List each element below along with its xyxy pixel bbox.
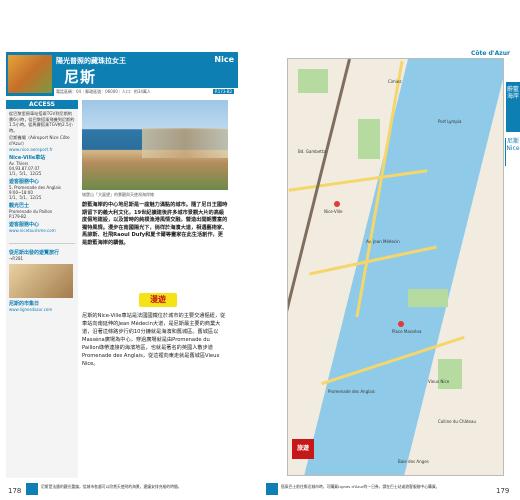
map-label: Av. Jean Médecin bbox=[366, 239, 400, 244]
map-label: Baie des Anges bbox=[398, 459, 429, 464]
city-title-en: Nice bbox=[214, 55, 234, 64]
tip2-title: 尼斯的市集日 bbox=[9, 300, 40, 307]
footnote-icon bbox=[266, 483, 278, 495]
tourism-url[interactable]: www.nicetourisme.com bbox=[9, 228, 75, 233]
city-header: 陽光普照的藏珠拉女王 尼斯 Nice 電話區碼：04｜郵政區號：06000｜人口… bbox=[6, 52, 238, 96]
map-label: Port Lympia bbox=[438, 119, 462, 124]
map-label: Nice-Ville bbox=[324, 209, 343, 214]
place-pin bbox=[398, 321, 404, 327]
coast-photo bbox=[82, 100, 228, 190]
map-park bbox=[298, 69, 328, 93]
block-title-office-2: 遊客服務中心 bbox=[9, 221, 40, 228]
right-page-number: 179 bbox=[496, 487, 510, 495]
tip-ref: →P.281 bbox=[9, 255, 24, 261]
footnote-icon bbox=[26, 483, 38, 495]
book-spread: 陽光普照的藏珠拉女王 尼斯 Nice 電話區碼：04｜郵政區號：06000｜人口… bbox=[0, 0, 520, 500]
block-line: 1/1、5/1、12/25 bbox=[9, 170, 42, 176]
photo-caption: 城堡山「大展望」的景觀與天使灣海岸線 bbox=[82, 192, 154, 197]
bus-url[interactable]: www.lignesdazur.com bbox=[9, 307, 75, 312]
map-label: Place Masséna bbox=[392, 329, 422, 334]
map-label: Colline du Château bbox=[438, 419, 476, 424]
region-label: Côte d'Azur bbox=[470, 50, 510, 57]
tip-title: 從尼斯出發的遊覽旅行 bbox=[9, 249, 60, 256]
body-text: 尼斯的Nice-Ville車站是法國國鐵位於城市的主要交通樞紐，從車站向南延伸的… bbox=[82, 313, 226, 367]
access-text-2: 尼斯機場（Aéroport Nice Côte d'Azur） bbox=[9, 135, 70, 146]
header-photo bbox=[8, 55, 52, 93]
map-label: Bd. Gambetta bbox=[298, 149, 326, 154]
map-reference: P.173-B2 bbox=[212, 89, 234, 94]
airport-url[interactable]: www.nice.aeroport.fr bbox=[9, 147, 75, 152]
left-page: 陽光普照的藏珠拉女王 尼斯 Nice 電話區碼：04｜郵政區號：06000｜人口… bbox=[0, 0, 260, 500]
right-footnote: 搭乘巴士前往鄰近城市時，可購買Lignes d'Azur的一日券，請在巴士站或遊… bbox=[281, 484, 440, 489]
market-photo bbox=[9, 263, 73, 298]
access-sidebar: ACCESS 從巴黎里昂車站搭乘TGV到尼斯約需6小時，從巴黎搭乘飛機到尼斯約1… bbox=[6, 100, 78, 478]
left-footer: 178 尼斯是法國的觀光重鎮，從城市各處可以欣賞天使灣的海景，建議安排充裕的時間… bbox=[0, 480, 260, 500]
city-title: 尼斯 bbox=[64, 68, 97, 86]
city-tab: 尼斯Nice bbox=[505, 138, 520, 166]
map-park bbox=[438, 359, 462, 389]
chapter-tab: 蔚藍海岸 bbox=[506, 82, 520, 132]
map-park bbox=[358, 119, 380, 159]
city-info: 電話區碼：04｜郵政區號：06000｜人口：約34萬人 bbox=[56, 89, 151, 94]
station-pin bbox=[334, 201, 340, 207]
header-tagline: 陽光普照的藏珠拉女王 bbox=[56, 57, 126, 65]
section-label: 漫遊 bbox=[150, 295, 166, 304]
block-line: P.179-B2 bbox=[9, 213, 27, 219]
map-label: Vieux Nice bbox=[428, 379, 450, 384]
block-line: 1/1、5/1、12/25 bbox=[9, 194, 42, 200]
block-title-bus: 觀光巴士 bbox=[9, 202, 30, 209]
map-label: Promenade des Anglais bbox=[328, 389, 375, 394]
section-heading: 漫遊 bbox=[139, 293, 177, 307]
access-label: ACCESS bbox=[6, 100, 78, 109]
left-page-number: 178 bbox=[8, 487, 22, 495]
city-map: Nice-Ville Bd. Gambetta Av. Jean Médecin… bbox=[287, 58, 504, 476]
map-badge: 旅遊 bbox=[292, 439, 314, 459]
right-footer: 搭乘巴士前往鄰近城市時，可購買Lignes d'Azur的一日券，請在巴士站或遊… bbox=[260, 480, 520, 500]
map-park bbox=[408, 289, 448, 307]
map-label: Cimiez bbox=[388, 79, 402, 84]
block-title-station: Nice-Ville車站 bbox=[9, 154, 46, 161]
access-text-1: 從巴黎里昂車站搭乘TGV到尼斯約需6小時，從巴黎搭乘飛機到尼斯約1.5小時。從馬… bbox=[9, 111, 75, 133]
intro-text: 蔚藍海岸的中心地尼斯是一座魅力滿點的城市。隨了尼日王國時期留下的義大利文化，19… bbox=[82, 202, 228, 246]
block-title-tourist-office: 遊客服務中心 bbox=[9, 178, 40, 185]
left-footnote: 尼斯是法國的觀光重鎮，從城市各處可以欣賞天使灣的海景，建議安排充裕的時間。 bbox=[41, 484, 182, 489]
